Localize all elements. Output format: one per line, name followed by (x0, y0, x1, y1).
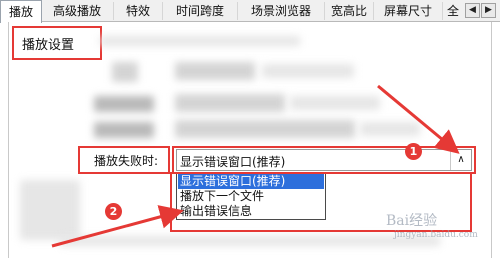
watermark-logo: Bai经验 jingyan.baidu.com (386, 210, 478, 240)
step-badge-2: 2 (105, 203, 122, 220)
arrow-to-select (377, 84, 460, 154)
step-badge-1: 1 (405, 143, 422, 160)
watermark-url: jingyan.baidu.com (394, 230, 478, 240)
watermark-brand: Bai经验 (386, 213, 438, 229)
